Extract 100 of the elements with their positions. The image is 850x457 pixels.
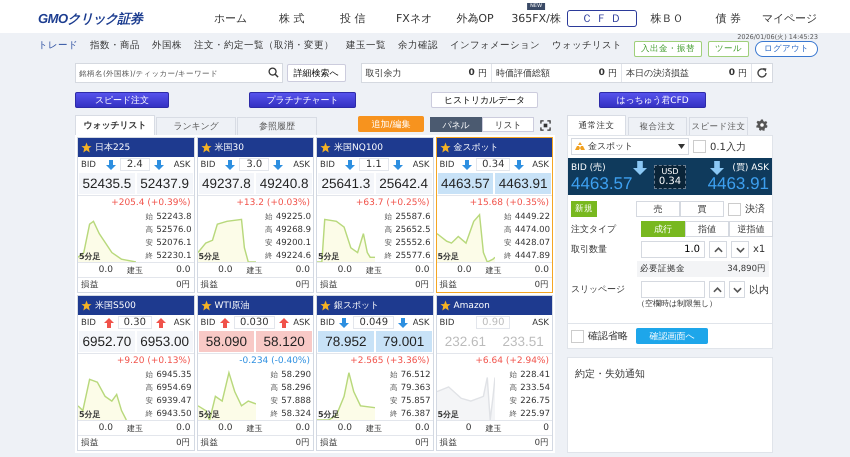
detail-search-button[interactable]: 詳細検索へ	[286, 64, 346, 82]
star-icon[interactable]	[320, 300, 331, 311]
ask-price[interactable]: 49240.8	[256, 173, 312, 194]
expand-icon[interactable]	[540, 120, 551, 131]
historical-data-button[interactable]: ヒストリカルデータ	[431, 92, 538, 108]
chevron-down-icon	[736, 246, 744, 252]
order-type-option[interactable]: 指値	[685, 221, 729, 237]
order-tab[interactable]: スピード注文	[689, 117, 748, 135]
ask-price[interactable]: 25642.4	[376, 173, 432, 194]
ask-price[interactable]: 52437.9	[136, 173, 192, 194]
chart-period: 5分足	[318, 409, 340, 420]
star-icon[interactable]	[200, 300, 212, 311]
menu-item[interactable]: 建玉一覧	[346, 39, 386, 52]
action-button[interactable]: プラチナチャート	[249, 92, 356, 108]
spread-value: 0.34	[476, 158, 510, 171]
nav-tab[interactable]: 外為OP	[453, 9, 497, 28]
menu-item[interactable]: トレード	[38, 39, 78, 52]
list-tab[interactable]: ウォッチリスト	[75, 115, 155, 135]
decrease-button[interactable]	[729, 281, 745, 298]
order-tab[interactable]: 通常注文	[567, 115, 626, 135]
bid-price[interactable]: 52435.5	[79, 173, 135, 194]
star-icon[interactable]	[81, 142, 92, 153]
ask-price[interactable]: 4463.91	[495, 173, 551, 194]
slippage-field[interactable]	[641, 281, 705, 298]
star-icon[interactable]	[200, 142, 212, 153]
bid-label: BID	[200, 318, 216, 328]
nav-tab[interactable]: 投 信	[337, 9, 369, 28]
side-button[interactable]: 売	[636, 201, 680, 217]
ohlc-value: 49268.9	[276, 224, 311, 234]
order-type-option[interactable]: 逆指値	[729, 221, 773, 237]
unit-label: 以内	[749, 284, 769, 296]
bid-price[interactable]: 6952.70	[79, 331, 135, 352]
ohlc-value: 58.324	[281, 408, 311, 418]
nav-tab[interactable]: FXネオ	[392, 9, 435, 28]
bid-label: BID	[320, 318, 335, 328]
menu-item[interactable]: 外国株	[152, 39, 182, 52]
checkbox[interactable]	[693, 140, 706, 153]
nav-tab[interactable]: 株 式	[276, 9, 308, 28]
ask-price[interactable]: 58.120	[256, 331, 312, 352]
menu-item[interactable]: 余力確認	[398, 39, 438, 52]
ohlc-value: 58.296	[281, 382, 311, 392]
nav-tab[interactable]: Ｃ Ｆ Ｄ	[566, 10, 637, 27]
nav-tab[interactable]: 株ＢＯ	[648, 9, 687, 28]
decrease-button[interactable]	[731, 241, 749, 258]
price-change: +205.4 (+0.39%)	[110, 197, 192, 210]
bid-price[interactable]: 58.090	[198, 331, 254, 352]
header-button[interactable]: ツール	[708, 41, 749, 57]
ask-price[interactable]: 6953.00	[136, 331, 192, 352]
quantity-field[interactable]: 1.0	[641, 241, 705, 258]
menu-item[interactable]: インフォメーション	[450, 39, 540, 52]
nav-tab[interactable]: 債 券	[712, 9, 744, 28]
list-tab[interactable]: 参照履歴	[237, 117, 317, 135]
buy-position: 0.0	[176, 265, 190, 275]
increase-button[interactable]	[709, 281, 725, 298]
increase-button[interactable]	[709, 241, 727, 258]
bid-price[interactable]: 4463.57	[438, 173, 494, 194]
view-toggle[interactable]: リスト	[482, 117, 534, 132]
action-button[interactable]: はっちゅう君CFD	[599, 92, 706, 108]
view-toggle[interactable]: パネル	[430, 117, 482, 132]
logo[interactable]: GMOクリック証券	[38, 10, 200, 28]
menu-item[interactable]: ウォッチリスト	[552, 39, 622, 52]
instrument-name: Amazon	[454, 300, 490, 310]
star-icon[interactable]	[81, 300, 92, 311]
reload-icon[interactable]	[756, 67, 768, 79]
summary-value: 0	[728, 68, 735, 78]
instrument-name: WTI原油	[214, 300, 250, 312]
ask-label: ASK	[532, 160, 550, 170]
dropdown-caret-icon	[678, 144, 685, 149]
ask-label: ASK	[412, 160, 430, 170]
ask-price[interactable]: 79.001	[376, 331, 432, 352]
bid-price[interactable]: 78.952	[318, 331, 374, 352]
ask-price[interactable]: 4463.91	[708, 174, 770, 192]
sparkline-chart	[198, 368, 256, 420]
header-button[interactable]: 入出金・振替	[634, 41, 702, 57]
bid-price[interactable]: 25641.3	[318, 173, 374, 194]
pnl-value: 0円	[415, 279, 430, 291]
margin-label: 必要証拠金	[640, 263, 685, 275]
list-tab[interactable]: ランキング	[156, 117, 236, 135]
ohlc-value: 76.387	[400, 408, 430, 418]
action-button[interactable]: スピード注文	[75, 92, 169, 108]
bid-price[interactable]: 49237.8	[198, 173, 254, 194]
menu-item[interactable]: 指数・商品	[90, 39, 140, 52]
nav-tab[interactable]: マイページ	[758, 9, 820, 28]
bid-price[interactable]: 4463.57	[571, 174, 651, 192]
checkbox[interactable]	[728, 202, 741, 216]
nav-tab[interactable]: ホーム	[211, 9, 250, 28]
price-change: +6.64 (+2.94%)	[474, 355, 550, 368]
instrument-name: 銀スポット	[334, 300, 379, 312]
logout-button[interactable]: ログアウト	[755, 41, 818, 57]
checkbox[interactable]	[571, 330, 584, 342]
search-icon[interactable]	[268, 67, 279, 78]
nav-tab[interactable]: 365FX/株	[508, 9, 564, 28]
symbol-dropdown[interactable]: 金スポット	[571, 138, 689, 155]
menu-item[interactable]: 注文・約定一覧（取消・変更）	[194, 39, 334, 52]
star-icon[interactable]	[320, 142, 331, 153]
settings-icon[interactable]	[756, 119, 768, 131]
position-label: 建玉	[127, 264, 143, 276]
order-tab[interactable]: 複合注文	[628, 117, 687, 135]
side-button[interactable]: 買	[680, 201, 724, 217]
star-icon[interactable]	[440, 142, 450, 153]
